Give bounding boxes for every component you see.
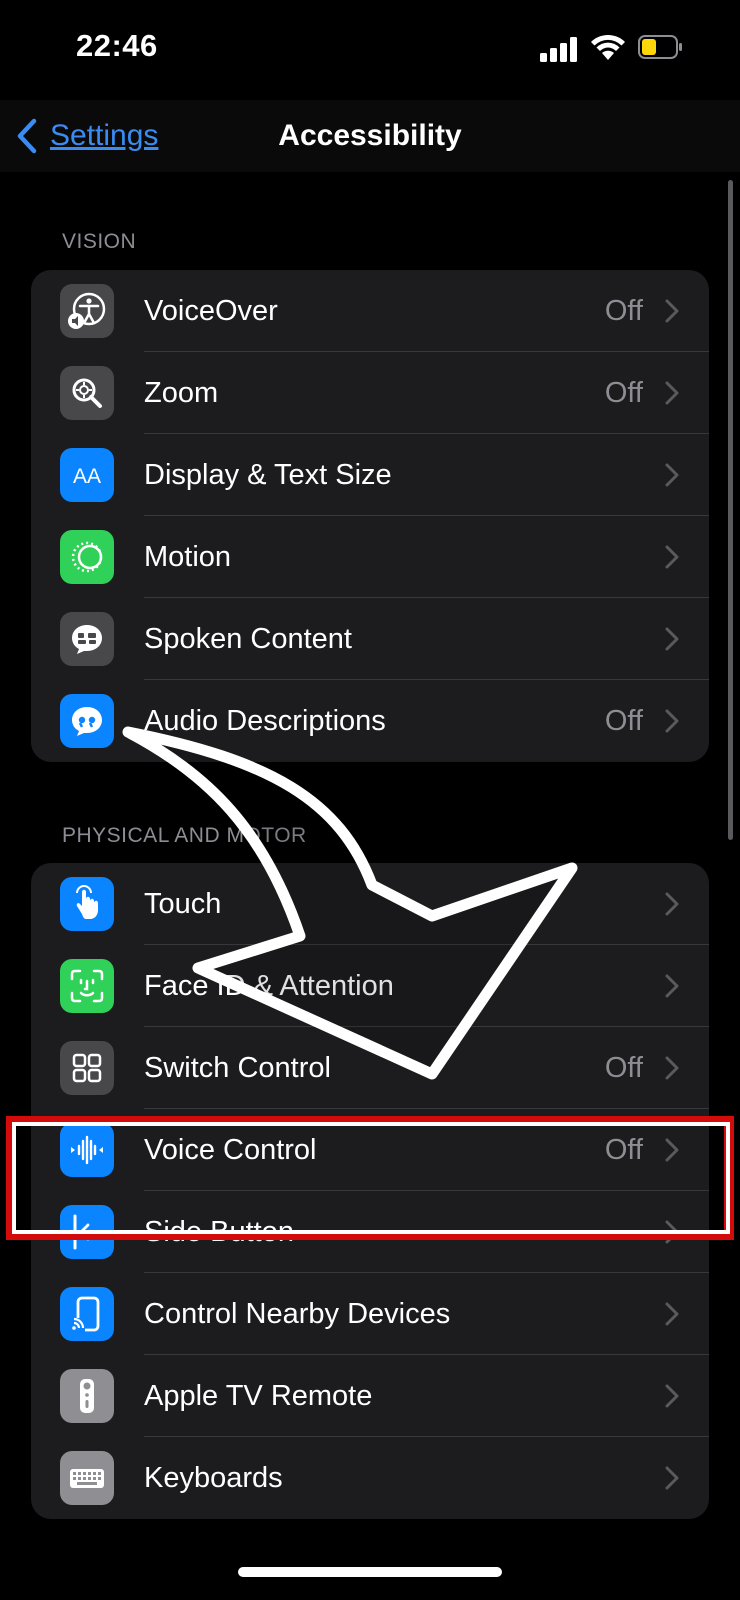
- row-zoom[interactable]: Zoom Off: [31, 352, 709, 434]
- chevron-right-icon: [665, 1466, 679, 1490]
- status-bar: 22:46: [0, 0, 740, 100]
- navigation-bar: Settings Accessibility: [0, 100, 740, 172]
- section-header-vision: VISION: [62, 230, 137, 253]
- page-title: Accessibility: [278, 119, 462, 152]
- row-label: Apple TV Remote: [144, 1380, 373, 1412]
- apple-tv-remote-icon: [60, 1369, 114, 1423]
- svg-text:AA: AA: [73, 465, 101, 488]
- keyboards-icon: [60, 1451, 114, 1505]
- control-nearby-devices-icon: [60, 1287, 114, 1341]
- battery-icon: [638, 35, 682, 59]
- row-label: Switch Control: [144, 1052, 331, 1084]
- row-touch[interactable]: Touch: [31, 863, 709, 945]
- spoken-content-icon: [60, 612, 114, 666]
- switch-control-icon: [60, 1041, 114, 1095]
- row-value: Off: [604, 1052, 643, 1084]
- chevron-right-icon: [665, 463, 679, 487]
- row-label: Display & Text Size: [144, 459, 392, 491]
- display-text-size-icon: AA: [60, 448, 114, 502]
- chevron-right-icon: [665, 1056, 679, 1080]
- settings-group-vision: VoiceOver Off Zoom Off AA Display & Text…: [31, 270, 709, 762]
- chevron-right-icon: [665, 892, 679, 916]
- voiceover-icon: [60, 284, 114, 338]
- zoom-icon: [60, 366, 114, 420]
- chevron-right-icon: [665, 1384, 679, 1408]
- row-label: Touch: [144, 888, 222, 920]
- row-keyboards[interactable]: Keyboards: [31, 1437, 709, 1519]
- chevron-right-icon: [665, 299, 679, 323]
- row-label: Spoken Content: [144, 623, 352, 655]
- section-header-physical-and-motor: PHYSICAL AND MOTOR: [62, 824, 307, 847]
- row-audio-descriptions[interactable]: Audio Descriptions Off: [31, 680, 709, 762]
- status-time: 22:46: [76, 28, 158, 63]
- row-label: Control Nearby Devices: [144, 1298, 451, 1330]
- chevron-right-icon: [665, 1302, 679, 1326]
- row-spoken-content[interactable]: Spoken Content: [31, 598, 709, 680]
- row-label: Zoom: [144, 377, 219, 409]
- row-control-nearby-devices[interactable]: Control Nearby Devices: [31, 1273, 709, 1355]
- scrollbar[interactable]: [728, 180, 733, 840]
- row-apple-tv-remote[interactable]: Apple TV Remote: [31, 1355, 709, 1437]
- face-id-icon: [60, 959, 114, 1013]
- row-display-text-size[interactable]: AA Display & Text Size: [31, 434, 709, 516]
- row-label: Audio Descriptions: [144, 705, 386, 737]
- chevron-right-icon: [665, 545, 679, 569]
- row-label: Face ID & Attention: [144, 970, 394, 1002]
- row-value: Off: [604, 295, 643, 327]
- chevron-right-icon: [665, 709, 679, 733]
- chevron-right-icon: [665, 381, 679, 405]
- chevron-right-icon: [665, 627, 679, 651]
- row-face-id-attention[interactable]: Face ID & Attention: [31, 945, 709, 1027]
- touch-icon: [60, 877, 114, 931]
- row-motion[interactable]: Motion: [31, 516, 709, 598]
- row-value: Off: [604, 377, 643, 409]
- highlight-outline-white: [12, 1122, 730, 1234]
- chevron-right-icon: [665, 974, 679, 998]
- row-switch-control[interactable]: Switch Control Off: [31, 1027, 709, 1109]
- cellular-signal-icon: [540, 36, 580, 62]
- row-label: VoiceOver: [144, 295, 278, 327]
- home-indicator[interactable]: [238, 1567, 502, 1577]
- row-label: Keyboards: [144, 1462, 283, 1494]
- wifi-icon: [591, 34, 625, 60]
- audio-descriptions-icon: [60, 694, 114, 748]
- motion-icon: [60, 530, 114, 584]
- row-voiceover[interactable]: VoiceOver Off: [31, 270, 709, 352]
- row-label: Motion: [144, 541, 232, 573]
- row-value: Off: [604, 705, 643, 737]
